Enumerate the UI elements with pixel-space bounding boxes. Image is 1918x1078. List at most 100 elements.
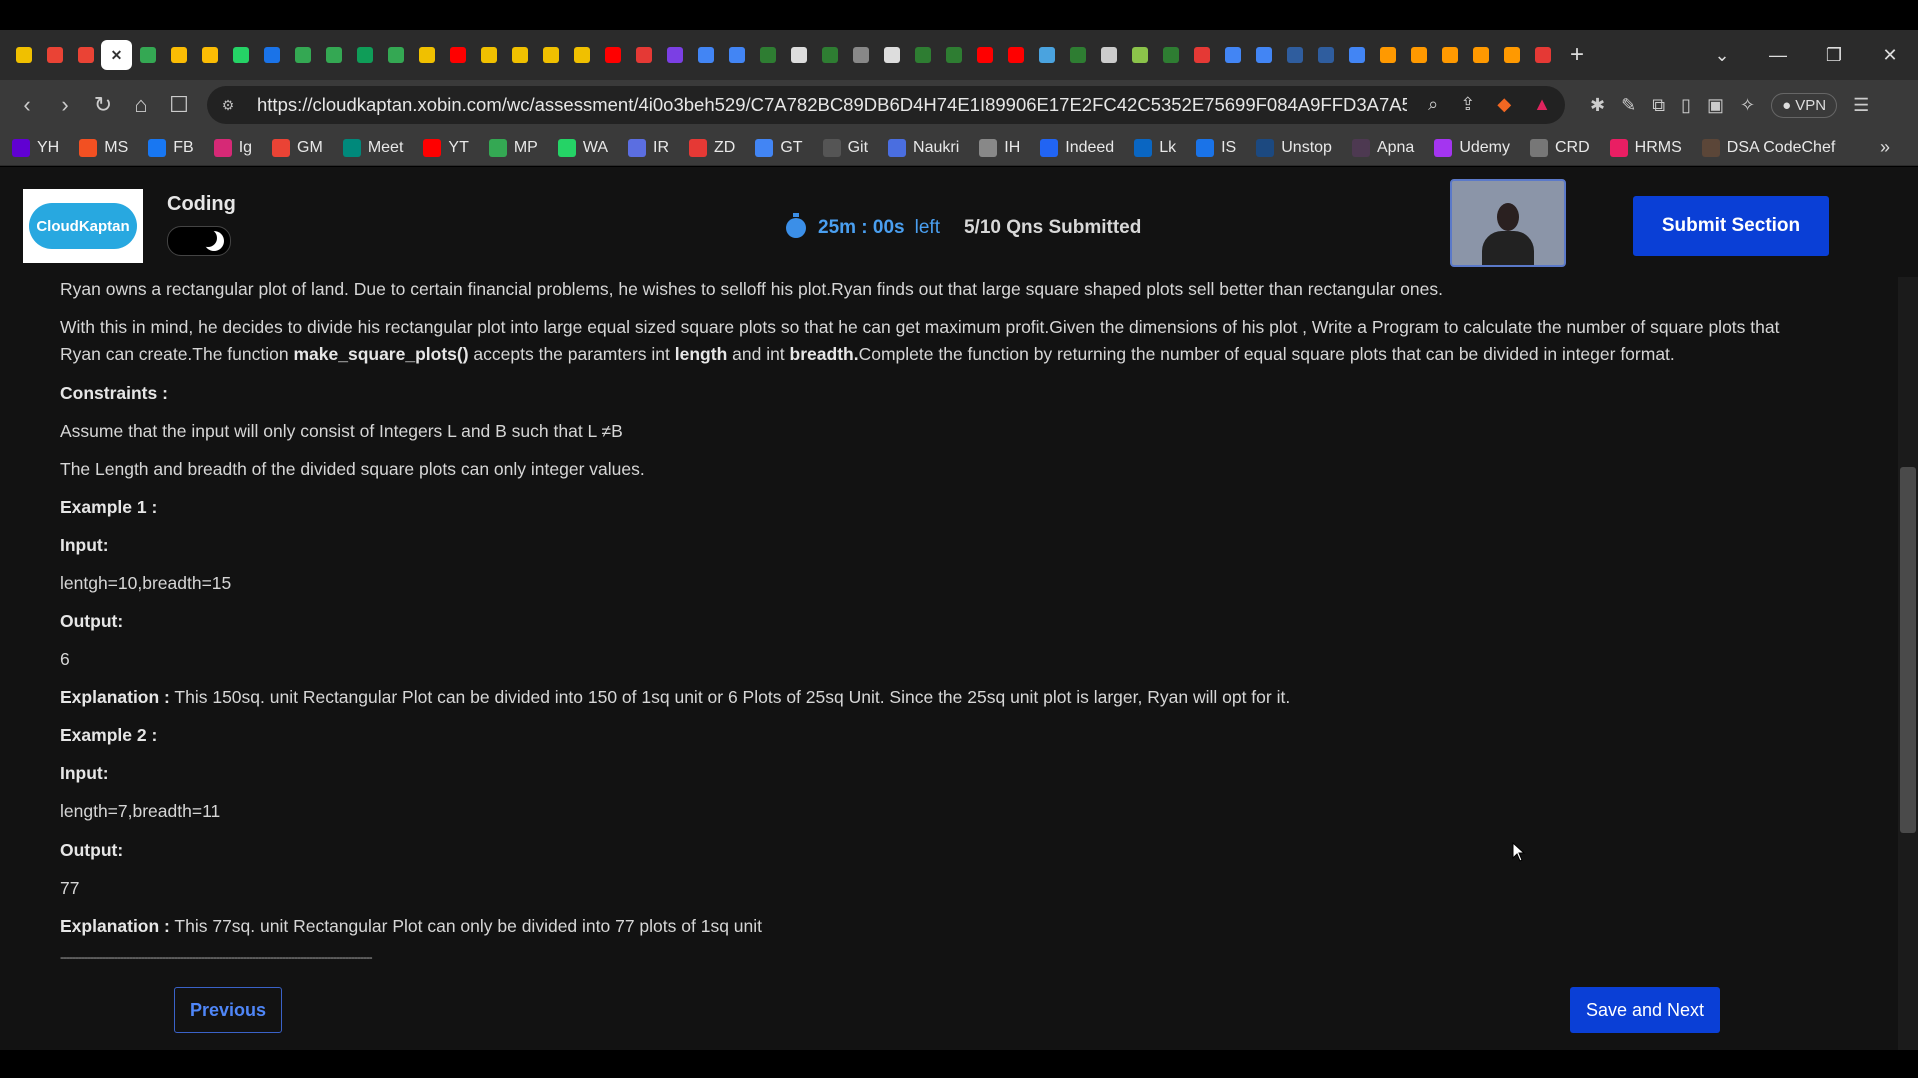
active-tab-close-icon[interactable]: ✕ (101, 40, 132, 70)
bookmark-item[interactable]: CRD (1530, 138, 1590, 157)
browser-tab-icon[interactable] (969, 40, 1000, 70)
tab-search-icon[interactable]: ⌄ (1694, 45, 1750, 66)
bookmark-item[interactable]: YH (12, 138, 59, 157)
leo-icon[interactable]: ✧ (1740, 95, 1755, 116)
minimize-icon[interactable]: — (1750, 45, 1806, 66)
browser-tab-icon[interactable] (876, 40, 907, 70)
browser-tab-icon[interactable] (1217, 40, 1248, 70)
back-icon[interactable]: ‹ (8, 92, 46, 118)
menu-icon[interactable]: ☰ (1853, 95, 1869, 116)
bookmark-item[interactable]: IR (628, 138, 669, 157)
browser-tab-icon[interactable] (318, 40, 349, 70)
wallet-icon[interactable]: ▣ (1707, 95, 1724, 116)
browser-tab-icon[interactable] (566, 40, 597, 70)
bookmark-item[interactable]: Meet (342, 138, 403, 157)
bookmark-item[interactable]: Ig (213, 138, 252, 157)
submit-section-button[interactable]: Submit Section (1633, 196, 1829, 256)
new-tab-button[interactable]: + (1570, 41, 1584, 69)
browser-tab-icon[interactable] (1000, 40, 1031, 70)
browser-tab-icon[interactable] (1310, 40, 1341, 70)
browser-tab-icon[interactable] (1155, 40, 1186, 70)
browser-tab-icon[interactable] (535, 40, 566, 70)
bookmark-item[interactable]: IH (979, 138, 1020, 157)
bookmark-item[interactable]: WA (557, 138, 608, 157)
bookmark-item[interactable]: Naukri (888, 138, 959, 157)
browser-tab-icon[interactable] (783, 40, 814, 70)
restore-icon[interactable]: ❐ (1806, 45, 1862, 66)
bookmark-item[interactable]: FB (148, 138, 194, 157)
bookmark-item[interactable]: Git (822, 138, 868, 157)
browser-tab-icon[interactable] (1372, 40, 1403, 70)
puzzle-icon[interactable]: ⧉ (1652, 95, 1665, 116)
brave-shield-icon[interactable]: ◆ (1497, 94, 1511, 115)
browser-tab-icon[interactable] (1248, 40, 1279, 70)
extension-icon[interactable]: ✱ (1590, 95, 1605, 116)
site-settings-icon[interactable]: ⚙ (213, 97, 243, 114)
bookmark-item[interactable]: DSA CodeChef (1701, 138, 1835, 157)
close-window-icon[interactable]: ✕ (1862, 45, 1918, 66)
browser-tab-icon[interactable] (473, 40, 504, 70)
bookmark-icon[interactable]: ☐ (160, 92, 198, 118)
browser-tab-icon[interactable] (256, 40, 287, 70)
browser-tab-icon[interactable] (39, 40, 70, 70)
scrollbar-thumb[interactable] (1900, 467, 1916, 833)
browser-tab-icon[interactable] (1279, 40, 1310, 70)
bookmark-item[interactable]: GM (272, 138, 323, 157)
forward-icon[interactable]: › (46, 92, 84, 118)
browser-tab-icon[interactable] (70, 40, 101, 70)
browser-tab-icon[interactable] (1341, 40, 1372, 70)
bookmark-item[interactable]: YT (423, 138, 469, 157)
browser-tab-icon[interactable] (752, 40, 783, 70)
save-and-next-button[interactable]: Save and Next (1570, 987, 1720, 1033)
browser-tab-icon[interactable] (380, 40, 411, 70)
browser-tab-icon[interactable] (1434, 40, 1465, 70)
bookmark-item[interactable]: Apna (1351, 138, 1414, 157)
browser-tab-icon[interactable] (1465, 40, 1496, 70)
browser-tab-icon[interactable] (442, 40, 473, 70)
home-icon[interactable]: ⌂ (122, 92, 160, 118)
sidebar-icon[interactable]: ▯ (1681, 95, 1691, 116)
url-text[interactable]: https://cloudkaptan.xobin.com/wc/assessm… (257, 94, 1407, 116)
zoom-icon[interactable]: ⌕ (1428, 94, 1438, 115)
browser-tab-icon[interactable] (907, 40, 938, 70)
bookmark-item[interactable]: IS (1196, 138, 1236, 157)
browser-tab-icon[interactable] (132, 40, 163, 70)
browser-tab-icon[interactable] (1496, 40, 1527, 70)
bookmark-item[interactable]: Unstop (1256, 138, 1332, 157)
browser-tab-icon[interactable] (194, 40, 225, 70)
browser-tab-icon[interactable] (721, 40, 752, 70)
browser-tab-icon[interactable] (1403, 40, 1434, 70)
browser-tab-icon[interactable] (1186, 40, 1217, 70)
theme-toggle[interactable] (167, 226, 231, 256)
browser-tab-icon[interactable] (8, 40, 39, 70)
share-icon[interactable]: ⇪ (1460, 94, 1475, 115)
bookmark-item[interactable]: MP (488, 138, 538, 157)
bookmark-item[interactable]: GT (755, 138, 803, 157)
url-bar[interactable]: ⚙ https://cloudkaptan.xobin.com/wc/asses… (207, 86, 1565, 124)
brave-rewards-icon[interactable]: ▲ (1533, 94, 1551, 115)
bookmark-item[interactable]: Lk (1134, 138, 1176, 157)
eyedropper-icon[interactable]: ✎ (1621, 95, 1636, 116)
browser-tab-icon[interactable] (287, 40, 318, 70)
browser-tab-icon[interactable] (1124, 40, 1155, 70)
bookmark-item[interactable]: Udemy (1434, 138, 1510, 157)
browser-tab-icon[interactable] (349, 40, 380, 70)
browser-tab-icon[interactable] (1031, 40, 1062, 70)
browser-tab-icon[interactable] (845, 40, 876, 70)
browser-tab-icon[interactable] (504, 40, 535, 70)
browser-tab-icon[interactable] (690, 40, 721, 70)
browser-tab-icon[interactable] (597, 40, 628, 70)
bookmark-item[interactable]: MS (79, 138, 128, 157)
browser-tab-icon[interactable] (659, 40, 690, 70)
browser-tab-icon[interactable] (1093, 40, 1124, 70)
browser-tab-icon[interactable] (1062, 40, 1093, 70)
vpn-button[interactable]: ● VPN (1771, 92, 1838, 118)
bookmark-item[interactable]: ZD (689, 138, 735, 157)
browser-tab-icon[interactable] (938, 40, 969, 70)
reload-icon[interactable]: ↻ (84, 92, 122, 118)
bookmarks-more-icon[interactable]: » (1880, 137, 1890, 158)
page-scrollbar[interactable] (1898, 277, 1918, 1050)
browser-tab-icon[interactable] (814, 40, 845, 70)
bookmark-item[interactable]: Indeed (1040, 138, 1114, 157)
browser-tab-icon[interactable] (163, 40, 194, 70)
